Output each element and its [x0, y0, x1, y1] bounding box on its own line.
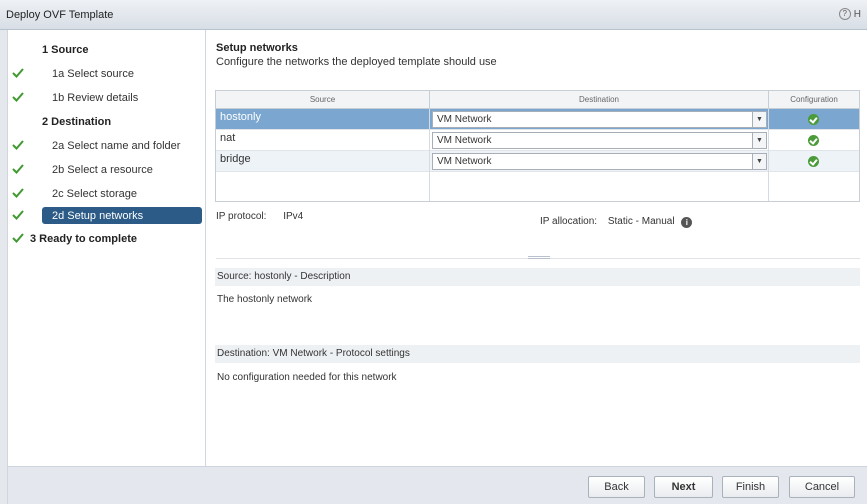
- source-description-header: Source: hostonly - Description: [215, 268, 860, 286]
- check-icon: [12, 164, 24, 174]
- column-header-source[interactable]: Source: [216, 91, 430, 109]
- status-ok-icon: [808, 114, 819, 125]
- configuration-cell: [769, 130, 859, 151]
- destination-value: VM Network: [437, 114, 492, 125]
- chevron-down-icon[interactable]: ▼: [752, 133, 766, 148]
- destination-cell: VM Network ▼: [430, 130, 769, 151]
- help-label[interactable]: H: [854, 9, 861, 20]
- step-label: 2 Destination: [42, 116, 112, 128]
- step-label: 2b Select a resource: [52, 164, 153, 176]
- status-ok-icon: [808, 135, 819, 146]
- column-header-configuration[interactable]: Configuration: [769, 91, 859, 109]
- step-label: 1b Review details: [52, 92, 139, 104]
- source-cell: nat: [216, 130, 430, 151]
- ip-protocol-label: IP protocol:: [216, 211, 267, 222]
- source-cell: hostonly: [216, 109, 430, 130]
- destination-protocol-text: No configuration needed for this network: [217, 372, 397, 383]
- finish-button[interactable]: Finish: [722, 476, 779, 498]
- wizard-steps-sidebar: 1 Source 1a Select source 1b Review deta…: [8, 30, 206, 466]
- step-2d-setup-networks[interactable]: 2d Setup networks: [8, 206, 206, 226]
- source-cell: bridge: [216, 151, 430, 172]
- destination-value: VM Network: [437, 135, 492, 146]
- step-1b-review-details[interactable]: 1b Review details: [8, 88, 206, 108]
- configuration-cell: [769, 109, 859, 130]
- configuration-cell: [769, 151, 859, 172]
- window-titlebar: Deploy OVF Template ? H: [0, 0, 867, 30]
- destination-select[interactable]: VM Network ▼: [432, 153, 767, 170]
- step-label: 2a Select name and folder: [52, 140, 181, 152]
- destination-select[interactable]: VM Network ▼: [432, 111, 767, 128]
- step-label: 2d Setup networks: [52, 210, 144, 222]
- table-row[interactable]: hostonly VM Network ▼: [216, 109, 859, 130]
- step-3-ready-to-complete[interactable]: 3 Ready to complete: [8, 229, 206, 249]
- help-link[interactable]: ? H: [838, 8, 861, 20]
- step-2-destination: 2 Destination: [8, 112, 206, 132]
- destination-select[interactable]: VM Network ▼: [432, 132, 767, 149]
- step-label: 3 Ready to complete: [30, 233, 137, 245]
- table-header: Source Destination Configuration: [216, 91, 859, 109]
- check-icon: [12, 92, 24, 102]
- step-1a-select-source[interactable]: 1a Select source: [8, 64, 206, 84]
- check-icon: [12, 233, 24, 243]
- cancel-button[interactable]: Cancel: [789, 476, 855, 498]
- ip-allocation: IP allocation: Static - Manual i: [540, 216, 693, 228]
- table-row[interactable]: nat VM Network ▼: [216, 130, 859, 151]
- check-icon: [12, 140, 24, 150]
- destination-cell: VM Network ▼: [430, 109, 769, 130]
- wizard-footer: Back Next Finish Cancel: [8, 466, 867, 504]
- step-2a-select-name-folder[interactable]: 2a Select name and folder: [8, 136, 206, 156]
- back-button[interactable]: Back: [588, 476, 645, 498]
- ip-allocation-label: IP allocation:: [540, 216, 598, 227]
- source-cell: [216, 172, 430, 201]
- help-icon[interactable]: ?: [838, 8, 851, 20]
- step-1-source: 1 Source: [8, 40, 206, 60]
- splitter-handle[interactable]: [528, 256, 550, 259]
- ip-protocol-value: IPv4: [283, 211, 304, 222]
- destination-cell: VM Network ▼: [430, 151, 769, 172]
- step-2b-select-resource[interactable]: 2b Select a resource: [8, 160, 206, 180]
- main-panel: Setup networks Configure the networks th…: [206, 30, 867, 466]
- network-mapping-table: Source Destination Configuration hostonl…: [215, 90, 860, 202]
- page-subtitle: Configure the networks the deployed temp…: [216, 56, 497, 68]
- destination-protocol-header: Destination: VM Network - Protocol setti…: [215, 345, 860, 363]
- configuration-cell: [769, 172, 859, 201]
- window-title: Deploy OVF Template: [6, 9, 114, 21]
- step-2c-select-storage[interactable]: 2c Select storage: [8, 184, 206, 204]
- check-icon: [12, 210, 24, 220]
- step-label: 1a Select source: [52, 68, 134, 80]
- left-border: [0, 30, 8, 504]
- source-description-text: The hostonly network: [217, 294, 313, 305]
- table-row[interactable]: bridge VM Network ▼: [216, 151, 859, 172]
- chevron-down-icon[interactable]: ▼: [752, 154, 766, 169]
- check-icon: [12, 68, 24, 78]
- step-label: 2c Select storage: [52, 188, 137, 200]
- next-button[interactable]: Next: [654, 476, 713, 498]
- page-title: Setup networks: [216, 42, 298, 54]
- column-header-destination[interactable]: Destination: [430, 91, 769, 109]
- step-label: 1 Source: [42, 44, 89, 56]
- ip-protocol: IP protocol: IPv4: [216, 211, 303, 222]
- ip-allocation-value: Static - Manual: [607, 216, 675, 227]
- destination-cell: [430, 172, 769, 201]
- destination-value: VM Network: [437, 156, 492, 167]
- info-icon[interactable]: i: [681, 217, 693, 228]
- check-icon: [12, 188, 24, 198]
- chevron-down-icon[interactable]: ▼: [752, 112, 766, 127]
- table-row-empty: [216, 172, 859, 201]
- status-ok-icon: [808, 156, 819, 167]
